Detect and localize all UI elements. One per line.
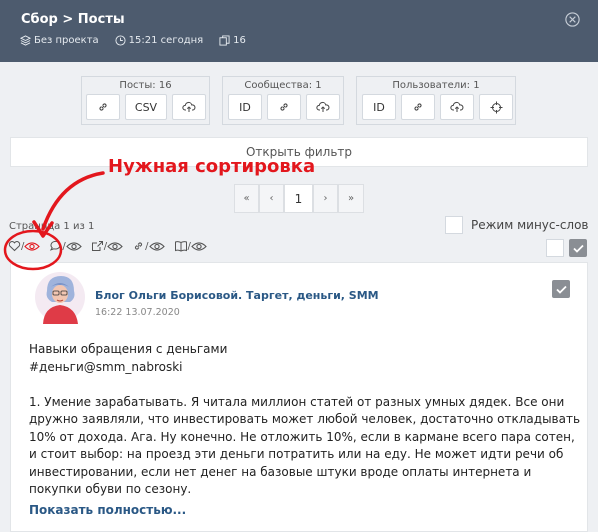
users-upload-button[interactable] [440,94,474,120]
minus-words-label: Режим минус-слов [471,218,589,232]
author-avatar[interactable] [34,271,86,325]
eye-icon [148,241,165,251]
pagination-prev[interactable]: ‹ [259,184,284,213]
select-all-checkbox[interactable] [569,239,587,257]
deselect-all-checkbox[interactable] [546,239,564,257]
post-date: 16:22 13.07.2020 [95,307,180,318]
annotation-label: Нужная сортировка [108,156,316,177]
users-id-button[interactable]: ID [362,94,396,120]
copy-icon [219,35,230,46]
link-icon [135,242,143,250]
project-info: Без проекта [20,35,107,46]
communities-link-button[interactable] [267,94,301,120]
checkmark-icon [555,285,567,294]
post-text: Навыки обращения с деньгами #деньги@smm_… [29,341,581,499]
post-card: Блог Ольги Борисовой. Таргет, деньги, SM… [10,262,588,532]
count-label: 16 [233,35,246,46]
comment-icon [50,240,61,251]
sort-comments-views[interactable]: / [49,240,82,252]
layers-icon [20,35,31,46]
pagination-next[interactable]: › [313,184,338,213]
cloud-upload-icon [450,101,464,112]
pagination-last[interactable]: » [338,184,364,213]
sort-links-views[interactable]: / [132,240,165,252]
communities-id-button[interactable]: ID [228,94,262,120]
communities-export-group: Сообщества: 1 ID [222,76,344,125]
eye-icon [65,241,82,251]
eye-icon [107,241,123,251]
minus-words-checkbox[interactable] [445,216,463,234]
header-meta: Без проекта 15:21 сегодня 16 [20,35,262,46]
link-icon [280,103,288,111]
sort-likes-views[interactable]: / [8,240,41,252]
share-icon [91,241,103,251]
link-icon [414,103,422,111]
book-icon [174,241,187,252]
show-more-link[interactable]: Показать полностью... [29,503,186,517]
minus-words-toggle[interactable]: Режим минус-слов [445,216,589,234]
page-info: Страница 1 из 1 [9,221,95,232]
posts-csv-button[interactable]: CSV [125,94,167,120]
post-select-checkbox[interactable] [552,280,570,298]
posts-count-label: Посты: 16 [119,80,172,91]
sort-reposts-views[interactable]: / [91,240,123,252]
pagination-page-1[interactable]: 1 [284,184,313,213]
checkmark-icon [572,244,584,253]
breadcrumb-title: Сбор > Посты [21,12,125,27]
time-info: 15:21 сегодня [115,35,212,46]
users-target-button[interactable] [479,94,513,120]
users-export-group: Пользователи: 1 ID [356,76,516,125]
users-link-button[interactable] [401,94,435,120]
post-author-link[interactable]: Блог Ольги Борисовой. Таргет, деньги, SM… [95,289,379,302]
count-info: 16 [219,35,254,46]
cloud-upload-icon [316,101,330,112]
pagination-first[interactable]: « [234,184,259,213]
posts-link-button[interactable] [86,94,120,120]
post-text-line [29,376,581,394]
time-label: 15:21 сегодня [128,35,204,46]
post-text-line: Навыки обращения с деньгами [29,342,228,356]
clock-icon [115,35,126,46]
eye-icon [24,241,41,251]
close-icon[interactable] [564,11,581,28]
communities-upload-button[interactable] [306,94,340,120]
post-text-paragraph: 1. Умение зарабатывать. Я читала миллион… [29,394,581,497]
communities-count-label: Сообщества: 1 [244,80,322,91]
crosshair-icon [490,101,502,113]
eye-icon [191,241,207,251]
posts-export-group: Посты: 16 CSV [81,76,210,125]
modal-header: Сбор > Посты Без проекта 15:21 сегодня 1… [0,0,598,62]
heart-icon [8,241,21,252]
sort-views-views[interactable]: / [174,240,207,252]
posts-upload-button[interactable] [172,94,206,120]
users-count-label: Пользователи: 1 [392,80,480,91]
project-label: Без проекта [34,35,99,46]
post-hashtag[interactable]: #деньги@smm_nabroski [29,359,581,377]
link-icon [99,103,107,111]
sort-toolbar: / / / / / [8,240,216,252]
cloud-upload-icon [182,101,196,112]
